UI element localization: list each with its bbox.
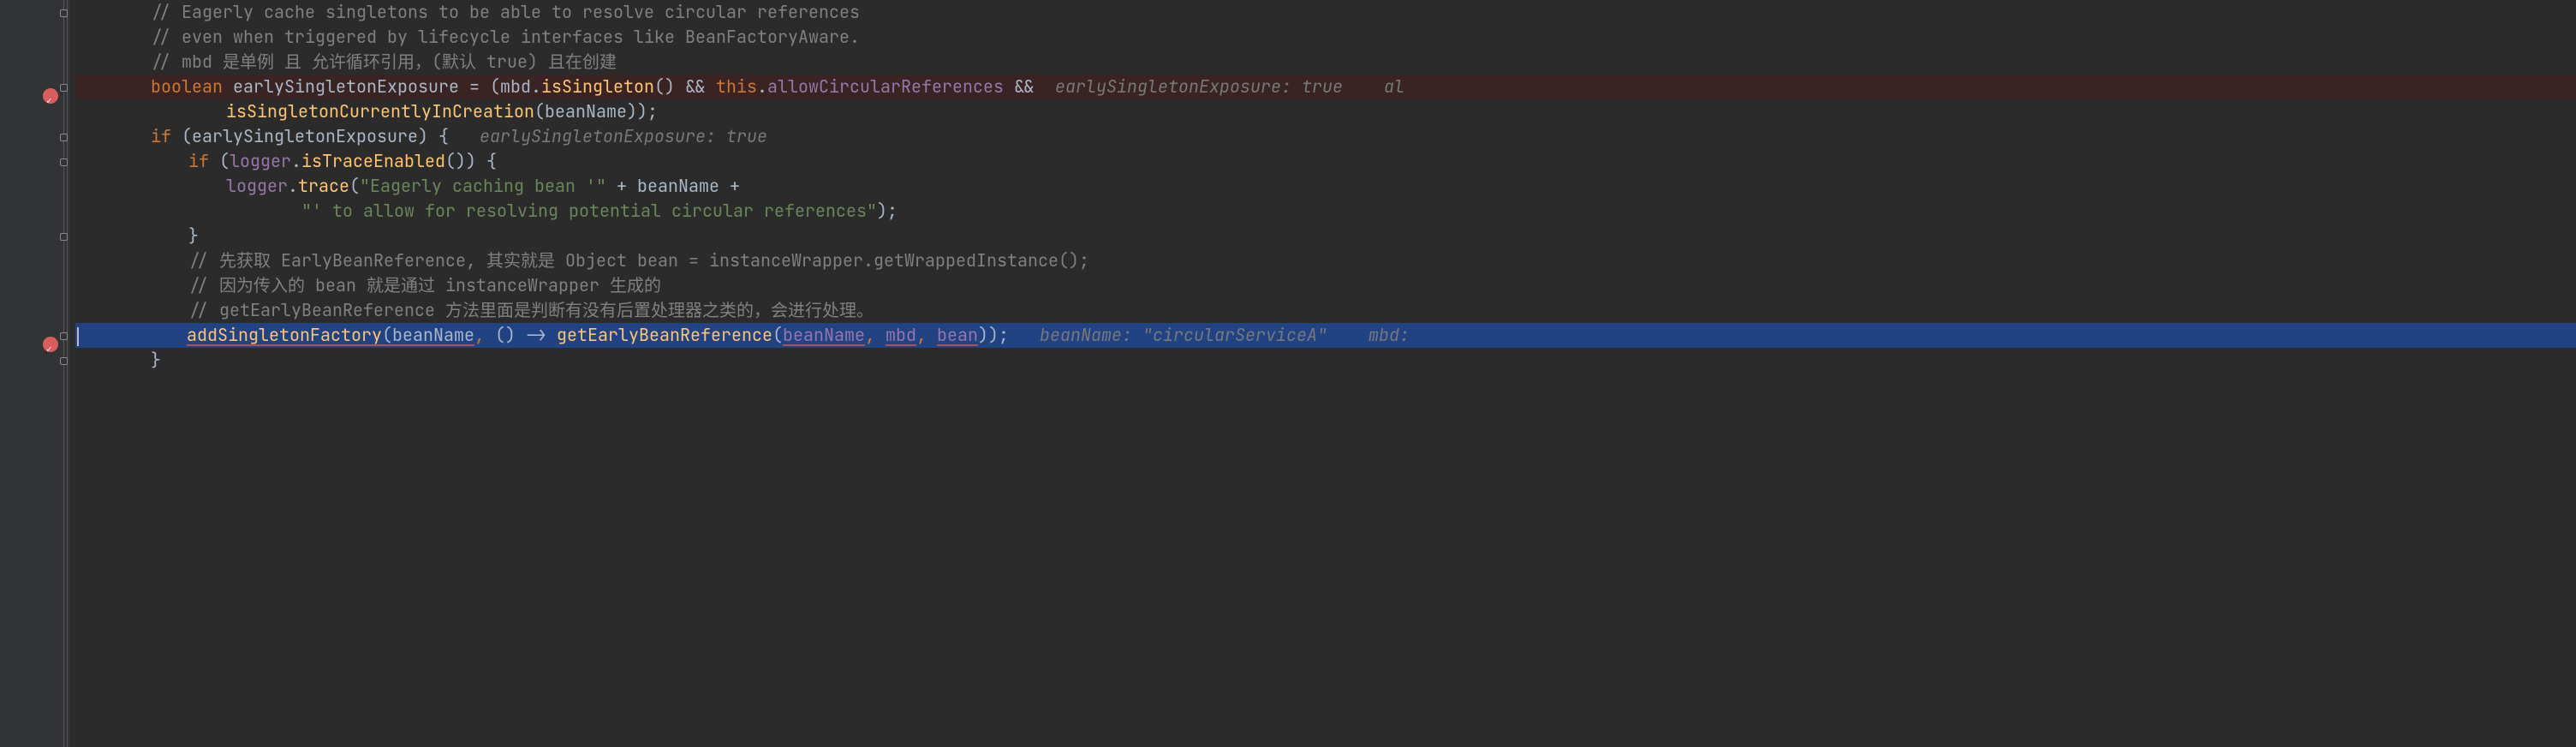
text: (beanName)); xyxy=(534,100,658,123)
text: ( xyxy=(209,150,230,172)
text: )); xyxy=(978,324,1009,346)
code-line[interactable]: } xyxy=(75,348,2576,373)
text: , xyxy=(865,324,886,346)
method: getEarlyBeanReference xyxy=(557,324,772,346)
code-line[interactable]: if (logger.isTraceEnabled()) { xyxy=(75,149,2576,174)
text: (beanName xyxy=(382,324,474,346)
text: } xyxy=(188,224,199,247)
text: } xyxy=(151,349,161,371)
code-line[interactable]: // 因为传入的 bean 就是通过 instanceWrapper 生成的 xyxy=(75,273,2576,298)
keyword: if xyxy=(151,125,171,147)
code-line[interactable]: // even when triggered by lifecycle inte… xyxy=(75,25,2576,50)
field: allowCircularReferences xyxy=(767,75,1004,98)
text: . xyxy=(288,175,298,197)
keyword: boolean xyxy=(151,75,223,98)
text: , xyxy=(474,324,495,346)
keyword: if xyxy=(188,150,209,172)
method: isSingletonCurrentlyInCreation xyxy=(226,100,534,123)
text: . xyxy=(757,75,767,98)
breakpoint-icon[interactable] xyxy=(43,88,58,104)
param: beanName xyxy=(783,324,865,346)
field: logger xyxy=(230,150,291,172)
method: addSingletonFactory xyxy=(187,324,382,346)
string: "' to allow for resolving potential circ… xyxy=(301,200,877,222)
text: earlySingletonExposure = (mbd. xyxy=(223,75,541,98)
code-line[interactable]: isSingletonCurrentlyInCreation(beanName)… xyxy=(75,99,2576,124)
code-line[interactable]: logger.trace("Eagerly caching bean '" + … xyxy=(75,174,2576,199)
text: ( xyxy=(349,175,360,197)
param: mbd xyxy=(886,324,916,346)
comment: // even when triggered by lifecycle inte… xyxy=(151,26,860,48)
text: , xyxy=(916,324,937,346)
code-line-breakpoint[interactable]: boolean earlySingletonExposure = (mbd.is… xyxy=(75,75,2576,99)
caret-icon xyxy=(77,327,79,346)
code-line[interactable]: if (earlySingletonExposure) { earlySingl… xyxy=(75,124,2576,149)
inline-hint: earlySingletonExposure: true xyxy=(449,125,767,147)
code-line[interactable]: "' to allow for resolving potential circ… xyxy=(75,199,2576,224)
comment: // 先获取 EarlyBeanReference, 其实就是 Object b… xyxy=(188,249,1089,272)
method: isSingleton xyxy=(541,75,654,98)
text: ()) { xyxy=(445,150,497,172)
param: bean xyxy=(937,324,978,346)
text: . xyxy=(291,150,301,172)
code-line[interactable]: // Eagerly cache singletons to be able t… xyxy=(75,0,2576,25)
text: () -> xyxy=(495,324,557,346)
text: && xyxy=(1004,75,1035,98)
text: + beanName + xyxy=(606,175,740,197)
keyword: this xyxy=(716,75,757,98)
text: () && xyxy=(654,75,716,98)
inline-hint: earlySingletonExposure: true al xyxy=(1035,75,1404,98)
code-line[interactable]: } xyxy=(75,224,2576,248)
comment: // getEarlyBeanReference 方法里面是判断有没有后置处理器… xyxy=(188,299,874,321)
code-area[interactable]: // Eagerly cache singletons to be able t… xyxy=(70,0,2576,747)
code-line[interactable]: // mbd 是单例 且 允许循环引用，(默认 true) 且在创建 xyxy=(75,50,2576,75)
comment: // mbd 是单例 且 允许循环引用，(默认 true) 且在创建 xyxy=(151,51,617,73)
comment: // Eagerly cache singletons to be able t… xyxy=(151,1,860,23)
text: ); xyxy=(877,200,897,222)
text: (earlySingletonExposure) { xyxy=(171,125,449,147)
text: ( xyxy=(772,324,783,346)
gutter[interactable] xyxy=(0,0,70,747)
code-line[interactable]: // 先获取 EarlyBeanReference, 其实就是 Object b… xyxy=(75,248,2576,273)
string: "Eagerly caching bean '" xyxy=(360,175,606,197)
breakpoint-current-icon[interactable] xyxy=(43,337,58,352)
inline-hint: beanName: "circularServiceA" mbd: xyxy=(1009,324,1410,346)
method: isTraceEnabled xyxy=(301,150,445,172)
method: trace xyxy=(298,175,349,197)
code-editor[interactable]: // Eagerly cache singletons to be able t… xyxy=(0,0,2576,747)
comment: // 因为传入的 bean 就是通过 instanceWrapper 生成的 xyxy=(188,274,661,296)
code-line-execution[interactable]: addSingletonFactory(beanName, () -> getE… xyxy=(75,323,2576,348)
field: logger xyxy=(226,175,288,197)
code-line[interactable]: // getEarlyBeanReference 方法里面是判断有没有后置处理器… xyxy=(75,298,2576,323)
